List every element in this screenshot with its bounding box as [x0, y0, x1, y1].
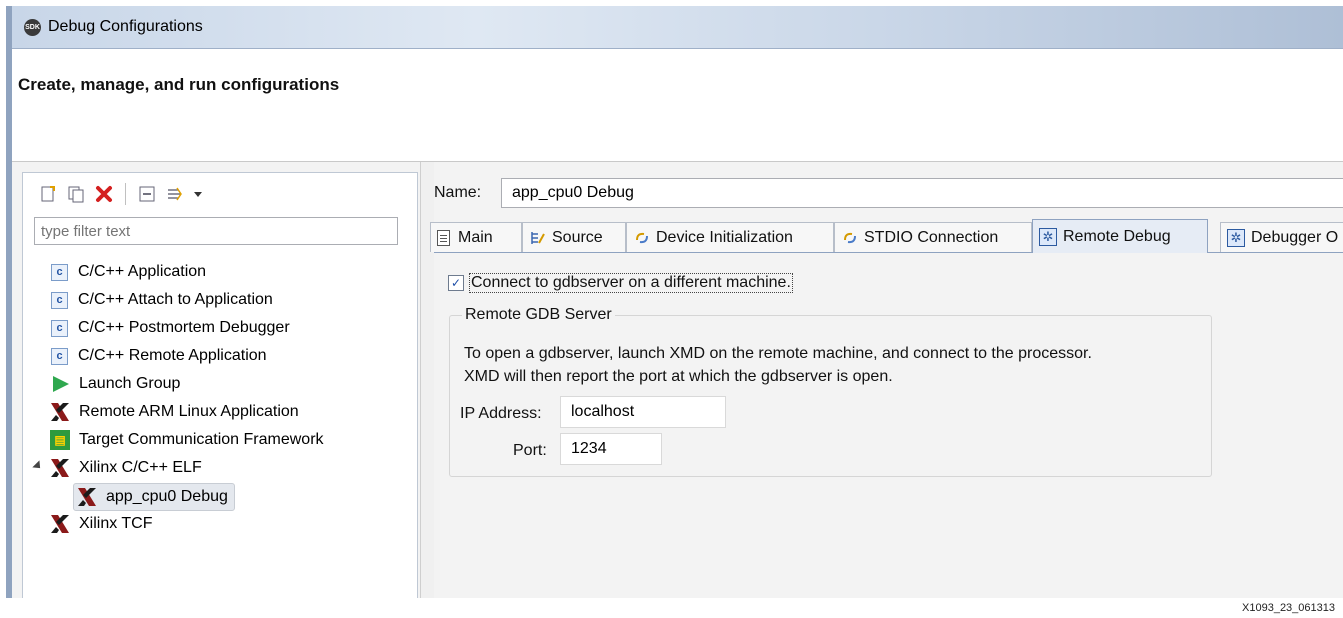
tree-item-label: Xilinx TCF — [79, 515, 153, 532]
xilinx-icon — [51, 459, 69, 477]
tree-item-label: C/C++ Application — [78, 263, 207, 280]
filter-input[interactable] — [34, 217, 398, 245]
description-line-1: To open a gdbserver, launch XMD on the r… — [464, 345, 1092, 362]
debug-configurations-window: SDK Debug Configurations Create, manage,… — [6, 6, 1343, 598]
xilinx-icon — [51, 515, 69, 533]
device-init-icon — [633, 229, 650, 246]
tree-item-label: C/C++ Remote Application — [78, 347, 267, 364]
xilinx-icon — [51, 403, 69, 421]
c-config-icon: c — [51, 347, 68, 365]
connect-remote-checkbox[interactable]: ✓ — [448, 275, 464, 291]
tree-toolbar — [37, 181, 204, 207]
configuration-list-pane: c C/C++ Application c C/C++ Attach to Ap… — [12, 162, 420, 598]
tree-item-label: C/C++ Attach to Application — [78, 291, 273, 308]
collapse-all-icon[interactable] — [136, 183, 158, 205]
document-icon — [437, 229, 450, 246]
tab-device-initialization[interactable]: Device Initialization — [626, 222, 834, 252]
tab-source[interactable]: Source — [522, 222, 626, 252]
tree-item-label: Target Communication Framework — [79, 431, 324, 448]
tab-stdio-connection[interactable]: STDIO Connection — [834, 222, 1032, 252]
name-label: Name: — [434, 184, 482, 201]
tree-item-cpp-remote[interactable]: c C/C++ Remote Application — [51, 343, 267, 369]
port-label: Port: — [513, 442, 547, 459]
tree-item-tcf[interactable]: ▤ Target Communication Framework — [50, 427, 324, 453]
tree-item-cpp-attach[interactable]: c C/C++ Attach to Application — [51, 287, 273, 313]
tab-label: Remote Debug — [1063, 227, 1171, 245]
connect-remote-label[interactable]: Connect to gdbserver on a different mach… — [469, 273, 793, 293]
c-config-icon: c — [51, 319, 68, 337]
tab-label: Main — [458, 228, 493, 246]
stdio-icon — [841, 229, 858, 246]
remote-gdb-description: To open a gdbserver, launch XMD on the r… — [464, 342, 1092, 388]
ip-address-input[interactable] — [560, 396, 726, 428]
banner-heading: Create, manage, and run configurations — [18, 75, 340, 94]
tab-label: Debugger O — [1251, 228, 1339, 246]
tab-debugger-options[interactable]: ✲ Debugger O — [1220, 222, 1343, 252]
delete-configuration-icon[interactable] — [93, 183, 115, 205]
tree-item-cpp-application[interactable]: c C/C++ Application — [51, 259, 206, 285]
tab-main[interactable]: Main — [430, 222, 522, 252]
launch-group-icon — [53, 376, 69, 392]
group-title: Remote GDB Server — [462, 306, 615, 324]
tree-item-launch-group[interactable]: Launch Group — [51, 371, 180, 397]
tab-label: Source — [552, 228, 603, 246]
tree-item-label: app_cpu0 Debug — [106, 488, 228, 505]
bug-icon: ✲ — [1039, 227, 1057, 246]
configuration-tree-panel: c C/C++ Application c C/C++ Attach to Ap… — [22, 172, 418, 598]
tab-remote-debug[interactable]: ✲ Remote Debug — [1032, 219, 1208, 253]
source-icon — [529, 229, 546, 246]
bug-icon: ✲ — [1227, 228, 1245, 247]
duplicate-configuration-icon[interactable] — [65, 183, 87, 205]
tree-item-label: Xilinx C/C++ ELF — [79, 459, 202, 476]
tab-label: Device Initialization — [656, 228, 793, 246]
configuration-name-input[interactable] — [501, 178, 1343, 208]
tree-item-label: Launch Group — [79, 375, 181, 392]
c-config-icon: c — [51, 291, 68, 309]
header-banner: Create, manage, and run configurations — [12, 49, 1343, 162]
remote-debug-tab-content: ✓ Connect to gdbserver on a different ma… — [434, 252, 1343, 598]
view-menu-dropdown-icon[interactable] — [192, 183, 204, 205]
tree-item-label: C/C++ Postmortem Debugger — [78, 319, 290, 336]
filter-configurations-icon[interactable] — [164, 183, 186, 205]
new-configuration-icon[interactable] — [37, 183, 59, 205]
xilinx-icon — [78, 488, 96, 506]
configuration-tabs: Main Source Device Initialization STDIO … — [430, 219, 1343, 253]
tree-item-remote-arm-linux[interactable]: Remote ARM Linux Application — [49, 399, 299, 425]
remote-gdb-server-group: Remote GDB Server To open a gdbserver, l… — [449, 306, 1212, 477]
toolbar-separator — [125, 183, 126, 205]
ip-address-label: IP Address: — [460, 405, 542, 422]
sdk-app-icon: SDK — [24, 19, 41, 36]
port-input[interactable] — [560, 433, 662, 465]
window-title: Debug Configurations — [48, 18, 203, 35]
c-config-icon: c — [51, 263, 68, 281]
tree-item-app-cpu0-debug[interactable]: app_cpu0 Debug — [73, 483, 235, 511]
tab-label: STDIO Connection — [864, 228, 999, 246]
title-bar: SDK Debug Configurations — [12, 6, 1343, 49]
expand-arrow-icon[interactable] — [32, 460, 44, 472]
tree-item-label: Remote ARM Linux Application — [79, 403, 299, 420]
figure-caption: X1093_23_061313 — [1242, 602, 1335, 614]
tree-item-xilinx-tcf[interactable]: Xilinx TCF — [49, 511, 153, 537]
connect-remote-row: ✓ Connect to gdbserver on a different ma… — [448, 273, 793, 293]
tree-item-xilinx-cpp-elf[interactable]: Xilinx C/C++ ELF — [32, 455, 202, 481]
tcf-icon: ▤ — [50, 430, 70, 450]
description-line-2: XMD will then report the port at which t… — [464, 368, 893, 385]
configuration-editor-pane: Name: Main Source Device Initialization … — [430, 162, 1343, 598]
tree-item-cpp-postmortem[interactable]: c C/C++ Postmortem Debugger — [51, 315, 290, 341]
